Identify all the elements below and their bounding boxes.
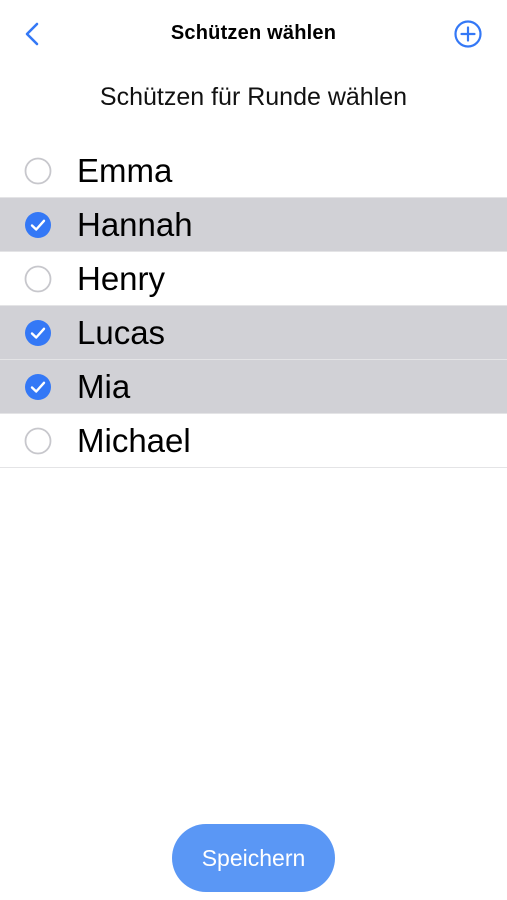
list-item[interactable]: Lucas (0, 306, 507, 360)
shooter-list: Emma Hannah Henry Lucas Mia Michael (0, 144, 507, 468)
save-button[interactable]: Speichern (172, 824, 335, 892)
list-item[interactable]: Henry (0, 252, 507, 306)
checkmark-circle-icon[interactable] (24, 211, 52, 239)
empty-circle-icon[interactable] (24, 157, 52, 185)
list-item-label: Emma (77, 152, 173, 189)
list-item[interactable]: Mia (0, 360, 507, 414)
plus-circle-icon (453, 19, 483, 54)
checkmark-circle-icon[interactable] (24, 319, 52, 347)
list-item-label: Lucas (77, 314, 166, 351)
checkmark-circle-icon[interactable] (24, 373, 52, 401)
list-item[interactable]: Michael (0, 414, 507, 468)
add-shooter-button[interactable] (450, 18, 486, 54)
page-title: Schützen wählen (170, 22, 337, 44)
navigation-bar: Schützen wählen (0, 0, 507, 70)
empty-circle-icon[interactable] (24, 427, 52, 455)
list-item-label: Hannah (77, 206, 193, 243)
list-item-label: Michael (77, 422, 191, 459)
list-item[interactable]: Hannah (0, 198, 507, 252)
list-item[interactable]: Emma (0, 144, 507, 198)
list-item-label: Mia (77, 368, 131, 405)
list-item-label: Henry (77, 260, 166, 297)
empty-circle-icon[interactable] (24, 265, 52, 293)
section-subtitle: Schützen für Runde wählen (99, 83, 408, 111)
